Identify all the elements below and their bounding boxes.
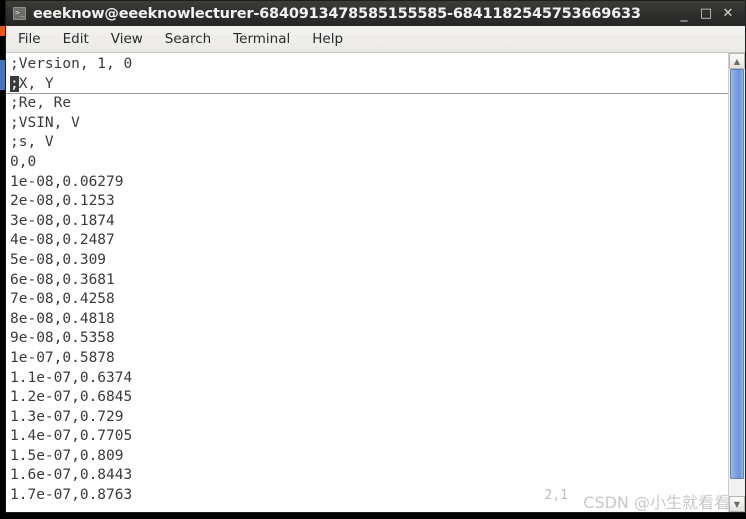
title-bar[interactable]: eeeknow@eeeknowlecturer-6840913478585155… xyxy=(6,1,745,26)
cursor-position-status: 2,1 xyxy=(544,488,568,503)
desktop-bottom-strip xyxy=(0,513,746,519)
terminal-line-list: ;Version, 1, 0 ;X, Y ;Re, Re ;VSIN, V ;s, V0… xyxy=(10,55,728,506)
terminal-line: 1.4e-07,0.7705 xyxy=(10,428,133,445)
minimize-button[interactable]: _ xyxy=(673,3,695,25)
scrollbar-track[interactable] xyxy=(729,69,745,496)
terminal-line: 7e-08,0.4258 xyxy=(10,291,115,308)
terminal-icon xyxy=(13,6,26,20)
scroll-down-icon[interactable]: ▼ xyxy=(729,496,745,512)
close-button[interactable]: ✕ xyxy=(717,3,739,25)
desktop-background: eeeknow@eeeknowlecturer-6840913478585155… xyxy=(0,0,746,519)
text-cursor: ; xyxy=(10,75,19,92)
menu-item-edit[interactable]: Edit xyxy=(63,31,89,47)
terminal-line: 5e-08,0.309 xyxy=(10,251,107,268)
vertical-scrollbar[interactable]: ▲ ▼ xyxy=(728,53,745,512)
selection-rule xyxy=(6,93,728,94)
scrollbar-thumb[interactable] xyxy=(730,69,744,479)
maximize-button[interactable]: □ xyxy=(695,3,717,25)
terminal-line: 3e-08,0.1874 xyxy=(10,212,115,229)
window-title: eeeknow@eeeknowlecturer-6840913478585155… xyxy=(33,5,641,22)
scroll-up-icon[interactable]: ▲ xyxy=(729,53,745,69)
terminal-line: ;s, V xyxy=(10,134,54,151)
menu-item-search[interactable]: Search xyxy=(165,31,211,47)
terminal-line: ;X, Y xyxy=(10,75,728,95)
menu-item-help[interactable]: Help xyxy=(312,31,343,47)
terminal-line: 4e-08,0.2487 xyxy=(10,232,115,249)
csdn-watermark: CSDN @小生就看看 xyxy=(583,493,730,512)
terminal-line: 1.3e-07,0.729 xyxy=(10,408,124,425)
terminal-line: ;VSIN, V xyxy=(10,114,80,131)
menu-item-terminal[interactable]: Terminal xyxy=(233,31,290,47)
terminal-line: 2e-08,0.1253 xyxy=(10,193,115,210)
terminal-line: 0,0 xyxy=(10,153,37,170)
terminal-line-text: X, Y xyxy=(18,75,54,92)
terminal-line: 1e-07,0.5878 xyxy=(10,349,115,366)
terminal-text-area[interactable]: ;Version, 1, 0 ;X, Y ;Re, Re ;VSIN, V ;s, V0… xyxy=(6,53,728,512)
terminal-line: 1e-08,0.06279 xyxy=(10,173,124,190)
menu-bar: File Edit View Search Terminal Help xyxy=(6,26,745,53)
terminal-window: eeeknow@eeeknowlecturer-6840913478585155… xyxy=(5,0,746,513)
terminal-line: 8e-08,0.4818 xyxy=(10,310,115,327)
terminal-line: 1.6e-07,0.8443 xyxy=(10,467,133,484)
terminal-line: ;Version, 1, 0 xyxy=(10,56,133,72)
terminal-line: 6e-08,0.3681 xyxy=(10,271,115,288)
terminal-body: ;Version, 1, 0 ;X, Y ;Re, Re ;VSIN, V ;s, V0… xyxy=(6,53,745,512)
menu-item-file[interactable]: File xyxy=(18,31,41,47)
terminal-line: 1.2e-07,0.6845 xyxy=(10,389,133,406)
menu-item-view[interactable]: View xyxy=(111,31,143,47)
terminal-line: ;Re, Re xyxy=(10,95,72,112)
terminal-line: 1.1e-07,0.6374 xyxy=(10,369,133,386)
terminal-line: 9e-08,0.5358 xyxy=(10,330,115,347)
terminal-line: 1.5e-07,0.809 xyxy=(10,447,124,464)
